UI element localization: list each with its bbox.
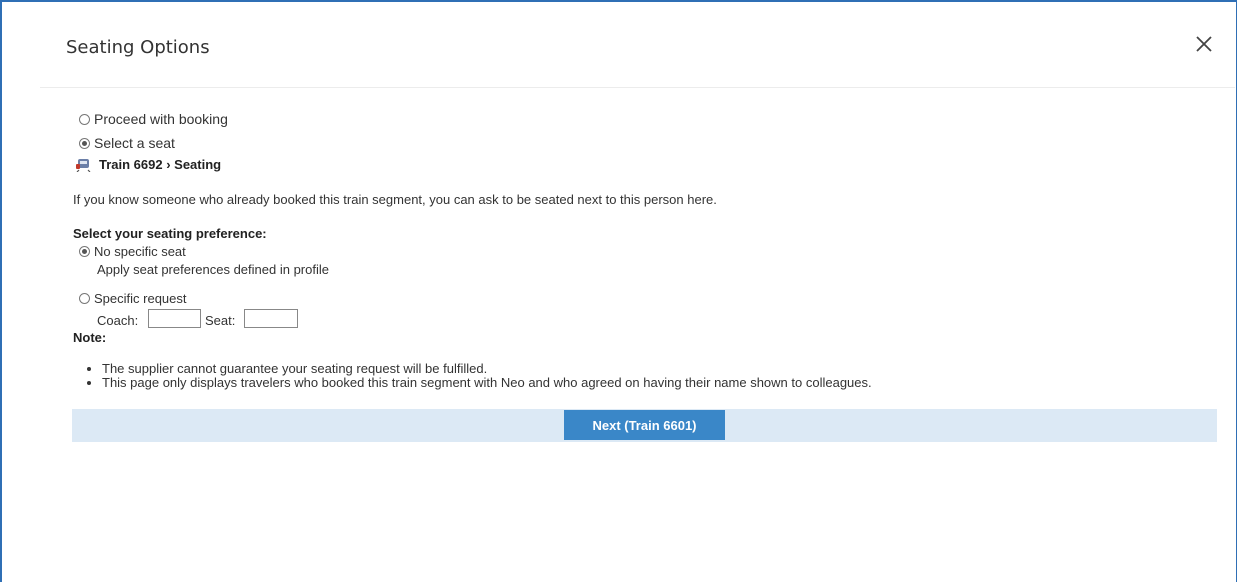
no-specific-seat-label: No specific seat: [94, 244, 186, 259]
option-proceed-booking[interactable]: Proceed with booking: [79, 111, 228, 127]
breadcrumb: Train 6692 › Seating: [76, 157, 221, 172]
proceed-booking-label: Proceed with booking: [94, 111, 228, 127]
specific-request-radio[interactable]: [79, 293, 90, 304]
dialog-body: Proceed with booking Select a seat Train…: [0, 0, 1239, 582]
option-no-specific-seat[interactable]: No specific seat: [79, 244, 186, 259]
seat-input[interactable]: [244, 309, 298, 328]
coach-input[interactable]: [148, 309, 201, 328]
action-bar: Next (Train 6601): [72, 409, 1217, 442]
note-item: The supplier cannot guarantee your seati…: [102, 362, 872, 376]
note-item: This page only displays travelers who bo…: [102, 376, 872, 390]
note-heading: Note:: [73, 330, 107, 345]
select-seat-radio[interactable]: [79, 137, 90, 149]
no-specific-seat-radio[interactable]: [79, 246, 90, 257]
option-select-seat[interactable]: Select a seat: [79, 135, 175, 151]
specific-request-label: Specific request: [94, 291, 187, 306]
preference-heading: Select your seating preference:: [73, 226, 267, 241]
coach-label: Coach:: [97, 313, 139, 328]
proceed-booking-radio[interactable]: [79, 113, 90, 125]
select-seat-label: Select a seat: [94, 135, 175, 151]
breadcrumb-text: Train 6692 › Seating: [99, 157, 222, 172]
note-list: The supplier cannot guarantee your seati…: [88, 362, 872, 390]
intro-text: If you know someone who already booked t…: [73, 192, 717, 207]
option-specific-request[interactable]: Specific request: [79, 291, 187, 306]
next-button[interactable]: Next (Train 6601): [564, 410, 725, 440]
train-icon: [76, 158, 91, 172]
no-specific-seat-description: Apply seat preferences defined in profil…: [97, 262, 329, 277]
seat-label: Seat:: [205, 313, 236, 328]
